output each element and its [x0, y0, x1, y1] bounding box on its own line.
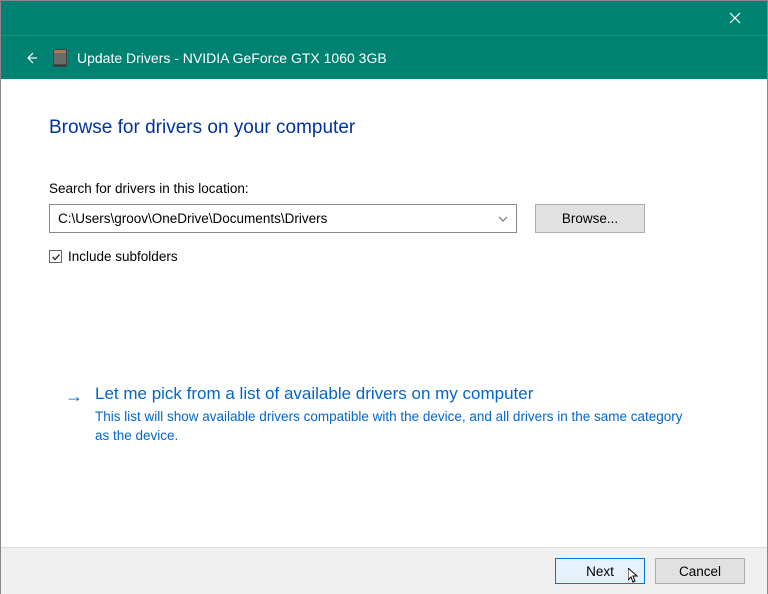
path-combobox[interactable]: C:\Users\groov\OneDrive\Documents\Driver…	[49, 204, 517, 233]
include-subfolders-label: Include subfolders	[68, 249, 178, 264]
header-title: Update Drivers - NVIDIA GeForce GTX 1060…	[77, 50, 387, 66]
option-text: Let me pick from a list of available dri…	[95, 384, 719, 446]
close-button[interactable]	[713, 1, 757, 35]
option-description: This list will show available drivers co…	[95, 408, 689, 446]
device-icon	[53, 49, 67, 67]
back-button[interactable]	[21, 51, 41, 65]
cursor-icon	[628, 568, 640, 584]
next-button-label: Next	[586, 564, 614, 579]
browse-button[interactable]: Browse...	[535, 204, 645, 233]
pick-from-list-option[interactable]: → Let me pick from a list of available d…	[49, 384, 719, 446]
footer: Next Cancel	[1, 547, 767, 594]
close-icon	[729, 12, 741, 24]
back-arrow-icon	[24, 51, 38, 65]
header-bar: Update Drivers - NVIDIA GeForce GTX 1060…	[1, 35, 767, 79]
titlebar	[1, 1, 767, 35]
include-subfolders-row: Include subfolders	[49, 249, 719, 264]
path-row: C:\Users\groov\OneDrive\Documents\Driver…	[49, 204, 719, 233]
next-button[interactable]: Next	[555, 558, 645, 584]
option-title: Let me pick from a list of available dri…	[95, 384, 689, 404]
include-subfolders-checkbox[interactable]	[49, 250, 62, 263]
checkmark-icon	[51, 252, 61, 262]
search-location-label: Search for drivers in this location:	[49, 181, 719, 196]
path-value: C:\Users\groov\OneDrive\Documents\Driver…	[58, 211, 327, 226]
page-heading: Browse for drivers on your computer	[49, 117, 719, 139]
chevron-down-icon	[498, 214, 508, 224]
content-area: Browse for drivers on your computer Sear…	[1, 79, 767, 547]
cancel-button[interactable]: Cancel	[655, 558, 745, 584]
arrow-right-icon: →	[65, 386, 83, 446]
